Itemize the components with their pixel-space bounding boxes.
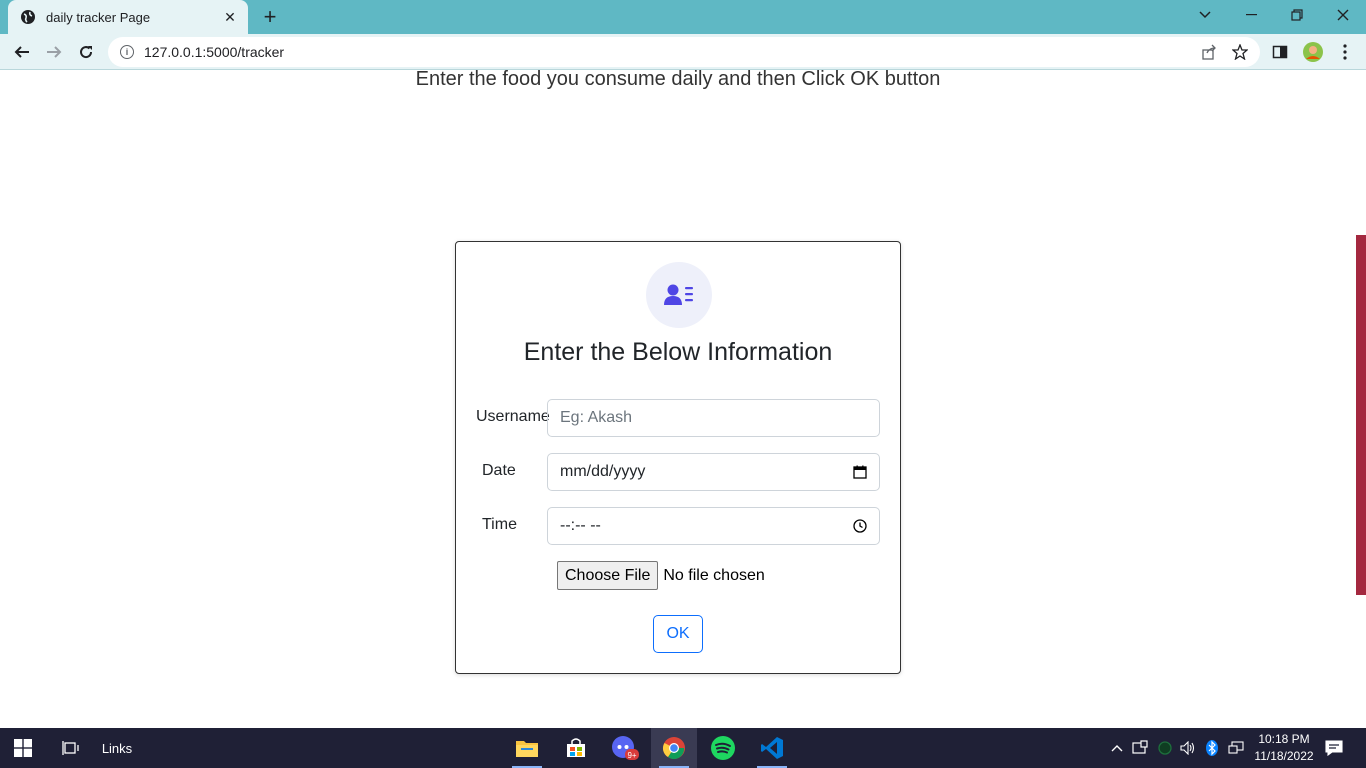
- username-row: Username Eg: Akash: [456, 399, 900, 437]
- network-icon[interactable]: [1228, 740, 1244, 756]
- tray-status-icon[interactable]: [1157, 740, 1173, 756]
- choose-file-button[interactable]: Choose File: [557, 561, 659, 590]
- username-label: Username: [476, 408, 550, 425]
- tray-device-icon[interactable]: [1132, 740, 1148, 756]
- date-row: Date mm/dd/yyyy: [456, 453, 900, 491]
- bookmark-star-icon[interactable]: [1230, 42, 1250, 62]
- clock-date: 11/18/2022: [1254, 749, 1314, 763]
- clock-time: 10:18 PM: [1258, 732, 1310, 746]
- file-upload: Choose File No file chosen: [557, 561, 765, 590]
- side-panel-icon[interactable]: [1270, 42, 1290, 62]
- site-info-icon[interactable]: i: [120, 45, 134, 59]
- time-value: --:-- --: [560, 517, 601, 534]
- clock-icon[interactable]: [853, 519, 867, 533]
- windows-taskbar: Links 9+ 10:18 PM 11/18/2022: [0, 728, 1366, 768]
- browser-tab-bar: daily tracker Page ✕ +: [0, 0, 1366, 34]
- file-status: No file chosen: [663, 566, 765, 584]
- browser-toolbar: i 127.0.0.1:5000/tracker: [0, 34, 1366, 70]
- volume-icon[interactable]: [1180, 740, 1196, 756]
- menu-kebab-icon[interactable]: [1335, 42, 1355, 62]
- task-view-icon[interactable]: [48, 728, 94, 768]
- username-placeholder: Eg: Akash: [560, 409, 633, 426]
- share-icon[interactable]: [1199, 42, 1219, 62]
- file-explorer-icon[interactable]: [504, 728, 550, 768]
- tab-title: daily tracker Page: [46, 9, 151, 25]
- time-input[interactable]: --:-- --: [547, 507, 880, 545]
- date-input[interactable]: mm/dd/yyyy: [547, 453, 880, 491]
- side-accent-bar: [1356, 235, 1366, 595]
- back-arrow-icon[interactable]: [8, 38, 36, 66]
- tray-chevron-up-icon[interactable]: [1109, 740, 1125, 756]
- profile-avatar[interactable]: [1302, 41, 1324, 63]
- microsoft-store-icon[interactable]: [553, 728, 599, 768]
- tab-search-chevron-icon[interactable]: [1182, 0, 1228, 30]
- time-row: Time --:-- --: [456, 507, 900, 545]
- forward-arrow-icon[interactable]: [40, 38, 68, 66]
- bluetooth-icon[interactable]: [1204, 740, 1220, 756]
- notification-icon[interactable]: [1325, 739, 1343, 757]
- globe-icon: [21, 10, 35, 24]
- chrome-icon[interactable]: [651, 728, 697, 768]
- links-toolbar[interactable]: Links: [92, 728, 142, 768]
- address-bar[interactable]: i 127.0.0.1:5000/tracker: [108, 37, 1260, 67]
- form-title: Enter the Below Information: [523, 338, 833, 366]
- username-input[interactable]: Eg: Akash: [547, 399, 880, 437]
- page-instruction: Enter the food you consume daily and the…: [415, 68, 941, 90]
- windows-start-icon[interactable]: [0, 728, 46, 768]
- user-list-icon: [664, 284, 693, 305]
- ok-button[interactable]: OK: [653, 615, 703, 653]
- page-content: Enter the food you consume daily and the…: [0, 68, 1366, 728]
- reload-icon[interactable]: [72, 38, 100, 66]
- discord-badge: 9+: [627, 751, 636, 760]
- taskbar-clock[interactable]: 10:18 PM 11/18/2022: [1246, 731, 1322, 765]
- url-text: 127.0.0.1:5000/tracker: [144, 44, 285, 60]
- restore-icon[interactable]: [1274, 0, 1320, 30]
- tab-close-icon[interactable]: ✕: [222, 9, 238, 25]
- date-label: Date: [482, 462, 516, 479]
- new-tab-button[interactable]: +: [258, 4, 282, 29]
- close-window-icon[interactable]: [1320, 0, 1366, 30]
- browser-tab[interactable]: daily tracker Page ✕: [8, 0, 248, 34]
- discord-icon[interactable]: 9+: [602, 728, 648, 768]
- form-icon-badge: [646, 262, 712, 328]
- spotify-icon[interactable]: [700, 728, 746, 768]
- minimize-icon[interactable]: [1228, 0, 1274, 30]
- vscode-icon[interactable]: [749, 728, 795, 768]
- date-value: mm/dd/yyyy: [560, 463, 646, 480]
- info-form-card: Enter the Below Information Username Eg:…: [455, 241, 901, 674]
- time-label: Time: [482, 516, 517, 533]
- calendar-icon[interactable]: [853, 465, 867, 479]
